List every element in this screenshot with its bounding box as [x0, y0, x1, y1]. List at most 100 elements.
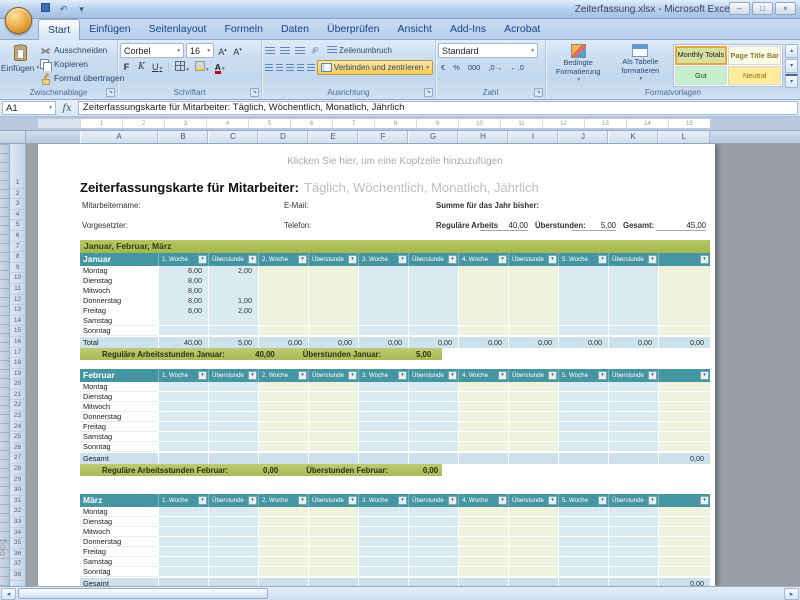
day-value-cell[interactable] — [558, 382, 608, 392]
day-value-cell[interactable] — [508, 316, 558, 326]
day-value-cell[interactable] — [258, 547, 308, 557]
day-value-cell[interactable] — [358, 432, 408, 442]
column-header-e[interactable]: E — [308, 131, 358, 143]
total-value-cell[interactable]: 0,00 — [658, 577, 710, 586]
copy-button[interactable]: Kopieren — [38, 57, 126, 71]
total-value-cell[interactable]: 0,00 — [408, 336, 458, 348]
row-header-14[interactable]: 14 — [10, 316, 25, 327]
row-header-27[interactable]: 27 — [10, 453, 25, 464]
scroll-left-arrow[interactable]: ◂ — [1, 588, 16, 600]
overtime-value[interactable]: 5,00 — [572, 221, 616, 231]
day-value-cell[interactable] — [658, 412, 710, 422]
day-value-cell[interactable] — [258, 326, 308, 336]
day-value-cell[interactable] — [358, 402, 408, 412]
row-header-2[interactable]: 2 — [10, 189, 25, 200]
day-value-cell[interactable] — [558, 422, 608, 432]
align-left-icon[interactable] — [264, 62, 273, 74]
day-value-cell[interactable] — [508, 507, 558, 517]
week-header[interactable]: Überstunde▾ — [208, 494, 258, 507]
column-header-i[interactable]: I — [508, 131, 558, 143]
tab-seitenlayout[interactable]: Seitenlayout — [140, 19, 216, 39]
day-value-cell[interactable] — [408, 432, 458, 442]
day-value-cell[interactable] — [508, 326, 558, 336]
total-label-cell[interactable]: Total — [80, 336, 158, 348]
day-value-cell[interactable] — [508, 547, 558, 557]
day-value-cell[interactable] — [258, 507, 308, 517]
day-value-cell[interactable] — [558, 412, 608, 422]
row-header-36[interactable]: 36 — [10, 549, 25, 560]
day-value-cell[interactable] — [458, 316, 508, 326]
day-value-cell[interactable] — [658, 392, 710, 402]
filter-dropdown-icon[interactable]: ▾ — [448, 255, 457, 264]
cut-button[interactable]: Ausschneiden — [38, 43, 126, 57]
day-value-cell[interactable] — [508, 382, 558, 392]
week-header-partial[interactable]: ▾ — [658, 253, 710, 266]
day-value-cell[interactable] — [558, 507, 608, 517]
format-as-table-button[interactable]: Als Tabelle formatieren ▾ — [610, 42, 670, 86]
day-value-cell[interactable] — [608, 527, 658, 537]
day-value-cell[interactable] — [308, 326, 358, 336]
row-header-7[interactable]: 7 — [10, 242, 25, 253]
week-header-partial[interactable]: ▾ — [658, 369, 710, 382]
tab-start[interactable]: Start — [38, 19, 80, 40]
filter-dropdown-icon[interactable]: ▾ — [398, 496, 407, 505]
filter-dropdown-icon[interactable]: ▾ — [648, 496, 657, 505]
orientation-icon[interactable]: ab — [307, 42, 325, 60]
font-dialog-launcher[interactable]: ↘ — [250, 88, 259, 97]
row-header-24[interactable]: 24 — [10, 422, 25, 433]
day-value-cell[interactable] — [558, 326, 608, 336]
increase-indent-icon[interactable] — [306, 62, 315, 74]
style-item-gut[interactable]: Gut — [675, 66, 728, 85]
day-name-cell[interactable]: Sonntag — [80, 442, 158, 452]
total-value-cell[interactable] — [558, 577, 608, 586]
day-value-cell[interactable] — [558, 547, 608, 557]
day-value-cell[interactable] — [408, 382, 458, 392]
day-value-cell[interactable] — [158, 567, 208, 577]
day-value-cell[interactable] — [408, 537, 458, 547]
filter-dropdown-icon[interactable]: ▾ — [548, 371, 557, 380]
style-item-neutral[interactable]: Neutral — [728, 66, 781, 85]
day-value-cell[interactable] — [308, 432, 358, 442]
total-value-cell[interactable] — [408, 577, 458, 586]
total-value-cell[interactable] — [508, 452, 558, 464]
week-header[interactable]: 4. Woche▾ — [458, 369, 508, 382]
day-value-cell[interactable] — [358, 326, 408, 336]
column-header-l[interactable]: L — [658, 131, 710, 143]
day-value-cell[interactable] — [658, 442, 710, 452]
day-value-cell[interactable] — [408, 567, 458, 577]
filter-dropdown-icon[interactable]: ▾ — [700, 496, 709, 505]
day-name-cell[interactable]: Dienstag — [80, 517, 158, 527]
day-value-cell[interactable] — [358, 442, 408, 452]
day-value-cell[interactable] — [208, 567, 258, 577]
filter-dropdown-icon[interactable]: ▾ — [298, 496, 307, 505]
total-value-cell[interactable] — [358, 452, 408, 464]
day-value-cell[interactable] — [258, 517, 308, 527]
week-header[interactable]: Überstunde▾ — [308, 369, 358, 382]
filter-dropdown-icon[interactable]: ▾ — [448, 371, 457, 380]
filter-dropdown-icon[interactable]: ▾ — [198, 496, 207, 505]
day-value-cell[interactable] — [658, 422, 710, 432]
day-name-cell[interactable]: Mitwoch — [80, 402, 158, 412]
filter-dropdown-icon[interactable]: ▾ — [700, 371, 709, 380]
day-value-cell[interactable] — [508, 392, 558, 402]
day-value-cell[interactable] — [258, 316, 308, 326]
day-name-cell[interactable]: Sonntag — [80, 567, 158, 577]
day-value-cell[interactable] — [658, 527, 710, 537]
row-header-9[interactable]: 9 — [10, 263, 25, 274]
day-value-cell[interactable] — [408, 316, 458, 326]
day-value-cell[interactable] — [208, 517, 258, 527]
borders-button[interactable]: ▾ — [173, 61, 191, 75]
select-all-corner[interactable] — [0, 131, 26, 143]
row-header-15[interactable]: 15 — [10, 326, 25, 337]
row-header-38[interactable]: 38 — [10, 570, 25, 581]
day-value-cell[interactable] — [658, 557, 710, 567]
day-value-cell[interactable] — [658, 547, 710, 557]
column-header-b[interactable]: B — [158, 131, 208, 143]
day-value-cell[interactable] — [158, 432, 208, 442]
merge-center-button[interactable]: Verbinden und zentrieren▾ — [317, 60, 433, 75]
day-value-cell[interactable] — [358, 316, 408, 326]
row-header-22[interactable]: 22 — [10, 400, 25, 411]
maximize-button[interactable]: □ — [752, 2, 773, 15]
day-value-cell[interactable] — [158, 412, 208, 422]
day-value-cell[interactable] — [558, 392, 608, 402]
